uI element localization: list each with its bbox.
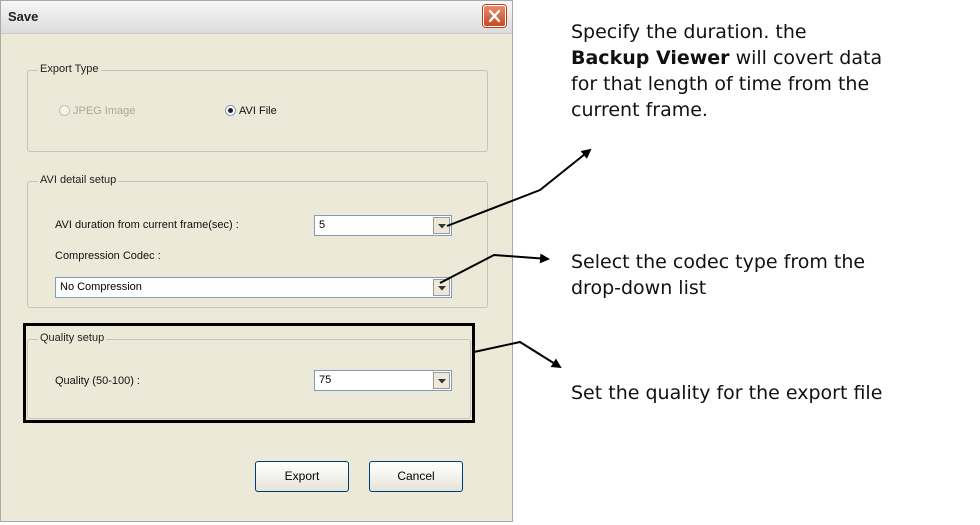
codec-arrow — [439, 253, 550, 284]
codec-annotation: Select the codec type from the drop-down… — [571, 249, 976, 301]
duration-arrow — [446, 148, 592, 227]
duration-annotation-line2-rest: will covert data — [729, 47, 883, 69]
quality-arrow — [473, 340, 562, 369]
duration-annotation: Specify the duration. the Backup Viewer … — [571, 19, 976, 123]
codec-annotation-line1: Select the codec type from the — [571, 251, 866, 273]
duration-annotation-line2: Backup Viewer will covert data — [571, 45, 976, 71]
codec-annotation-line2: drop-down list — [571, 277, 707, 299]
backup-viewer-label: Backup Viewer — [571, 47, 730, 69]
quality-annotation: Set the quality for the export file — [571, 382, 883, 404]
duration-annotation-line3: for that length of time from the — [571, 73, 870, 95]
duration-annotation-line1: Specify the duration. the — [571, 21, 807, 43]
duration-annotation-line4: current frame. — [571, 99, 708, 121]
